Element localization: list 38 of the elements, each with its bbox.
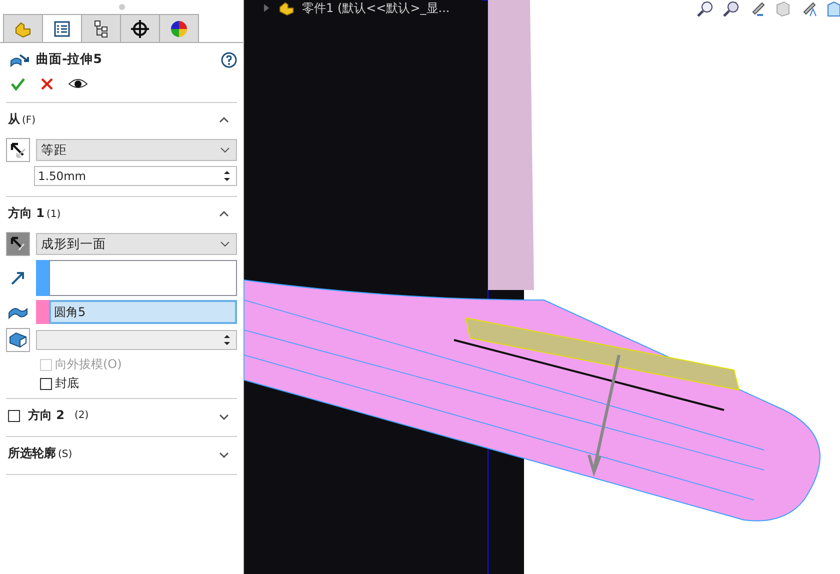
section-title: 方向 1 (1) xyxy=(8,205,61,222)
confirm-check-icon[interactable] xyxy=(10,76,26,92)
selection-box[interactable]: 圆角5 xyxy=(49,300,237,324)
grip-handle-icon[interactable] xyxy=(118,4,124,10)
start-condition-dropdown[interactable]: 等距 xyxy=(36,139,237,161)
offset-input[interactable]: 1.50mm xyxy=(34,166,237,186)
depth-input[interactable] xyxy=(36,330,237,350)
checkbox-option[interactable]: 封底 xyxy=(40,375,237,392)
section-checkbox[interactable]: 方向 2 (2) xyxy=(8,407,89,424)
reverse-direction-button[interactable] xyxy=(6,138,30,162)
selection-box[interactable] xyxy=(49,260,237,296)
depth-button[interactable] xyxy=(6,328,30,352)
caret-icon xyxy=(220,146,230,154)
color-wheel-icon xyxy=(169,18,189,38)
panel-tab[interactable] xyxy=(120,14,160,42)
block-icon xyxy=(8,331,28,349)
arrow-icon xyxy=(9,235,27,253)
caret-icon xyxy=(220,240,230,248)
section-title: 所选轮廓 (S) xyxy=(8,445,72,462)
part-icon xyxy=(278,0,296,16)
zoom-area-icon[interactable] xyxy=(722,0,740,18)
list-icon xyxy=(52,18,72,38)
section-title: 从 (F) xyxy=(8,111,36,128)
reverse-direction-button[interactable] xyxy=(6,232,30,256)
crosshair-icon xyxy=(130,18,150,38)
panel-tab[interactable] xyxy=(159,14,199,42)
cube-icon[interactable] xyxy=(826,0,840,18)
arrow-icon xyxy=(9,141,27,159)
zoom-to-fit-icon[interactable] xyxy=(696,0,714,18)
tree-item[interactable]: 零件1 (默认<<默认>_显... xyxy=(302,0,450,16)
eye-icon[interactable] xyxy=(68,77,88,91)
close-icon[interactable] xyxy=(40,77,54,91)
help-icon[interactable] xyxy=(221,52,237,68)
extrude-surface-icon xyxy=(10,52,30,68)
arrow-icon xyxy=(10,270,26,286)
end-condition-dropdown[interactable]: 成形到一面 xyxy=(36,233,237,255)
panel-tab[interactable] xyxy=(81,14,121,42)
feature-title: 曲面-拉伸5 xyxy=(36,51,103,68)
